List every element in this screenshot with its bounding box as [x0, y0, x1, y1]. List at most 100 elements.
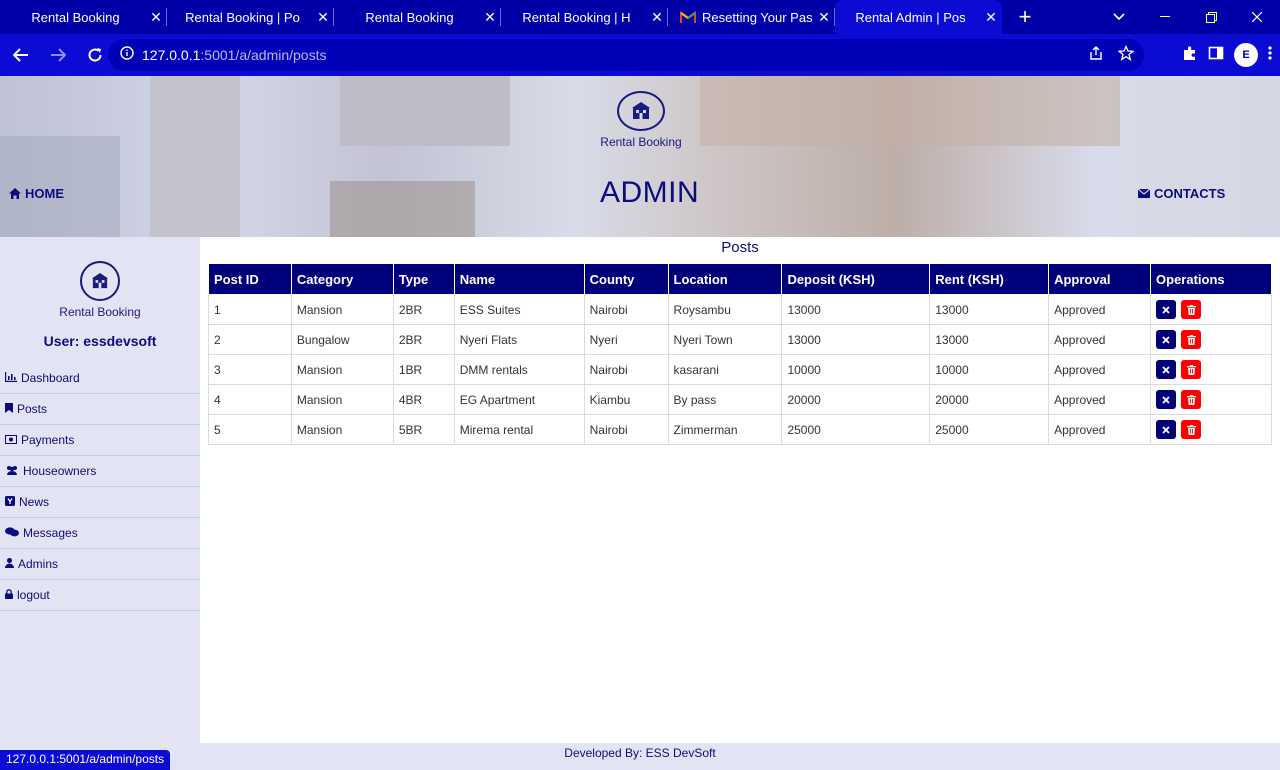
reject-button[interactable]: [1156, 420, 1177, 439]
close-tab-icon[interactable]: ✕: [813, 9, 835, 26]
table-cell: 5: [208, 414, 292, 445]
lock-icon: [5, 588, 13, 602]
column-header[interactable]: Type: [392, 263, 455, 295]
table-cell: 1BR: [392, 354, 455, 385]
reject-button[interactable]: [1156, 300, 1177, 319]
share-icon[interactable]: [1088, 45, 1104, 66]
browser-tab[interactable]: Rental Booking ✕: [334, 0, 501, 34]
column-header[interactable]: Location: [667, 263, 783, 295]
back-icon[interactable]: [5, 39, 37, 71]
table-cell: 13000: [929, 294, 1050, 325]
table-cell: Mansion: [290, 294, 394, 325]
sidebar-item-label: logout: [17, 588, 50, 602]
close-tab-icon[interactable]: ✕: [145, 9, 167, 26]
reject-button[interactable]: [1156, 330, 1177, 349]
browser-tab-title: Rental Booking | Po: [185, 9, 300, 25]
table-header-row: Post ID Category Type Name County Location Dep…: [208, 263, 1272, 295]
close-tab-icon[interactable]: ✕: [646, 9, 668, 26]
minimize-icon[interactable]: [1142, 0, 1188, 34]
table-row: 3 Mansion 1BR DMM rentals Nairobi kasarani 100…: [208, 354, 1272, 385]
reload-icon[interactable]: [79, 39, 111, 71]
url-text: 127.0.0.1:5001/a/admin/posts: [142, 47, 327, 63]
restore-icon[interactable]: [1188, 0, 1234, 34]
reject-button[interactable]: [1156, 390, 1177, 409]
column-header[interactable]: Rent (KSH): [929, 263, 1050, 295]
browser-tab[interactable]: Rental Admin | Pos ✕: [835, 0, 1002, 34]
table-cell: Roysambu: [667, 294, 783, 325]
site-info-icon[interactable]: [120, 45, 134, 65]
close-window-icon[interactable]: [1234, 0, 1280, 34]
column-header[interactable]: Category: [290, 263, 394, 295]
sidebar-item-label: News: [19, 495, 50, 509]
table-cell: DMM rentals: [453, 354, 585, 385]
table-cell: 25000: [929, 414, 1050, 445]
news-icon: [5, 495, 15, 509]
user-label: User: essdevsoft: [43, 333, 157, 349]
operations-cell: [1150, 384, 1272, 415]
forward-icon[interactable]: [42, 39, 74, 71]
sidebar-item-dashboard[interactable]: Dashboard: [0, 363, 200, 394]
tab-search-icon[interactable]: [1108, 0, 1130, 34]
sidebar-item-news[interactable]: News: [0, 487, 200, 518]
table-cell: Nairobi: [583, 414, 669, 445]
profile-avatar[interactable]: E: [1234, 43, 1258, 67]
address-bar[interactable]: 127.0.0.1:5001/a/admin/posts: [108, 39, 1144, 71]
column-header[interactable]: Operations: [1150, 263, 1272, 295]
table-cell: Nyeri Flats: [453, 324, 585, 355]
contacts-link[interactable]: CONTACTS: [1138, 186, 1225, 201]
delete-button[interactable]: [1181, 360, 1202, 379]
sidebar-logo[interactable]: Rental Booking: [0, 237, 200, 319]
delete-button[interactable]: [1181, 420, 1202, 439]
close-tab-icon[interactable]: ✕: [980, 9, 1002, 26]
bookmark-star-icon[interactable]: [1117, 44, 1135, 66]
browser-tab[interactable]: Rental Booking ✕: [0, 0, 167, 34]
delete-button[interactable]: [1181, 330, 1202, 349]
column-header[interactable]: Name: [453, 263, 585, 295]
delete-button[interactable]: [1181, 300, 1202, 319]
side-panel-icon[interactable]: [1208, 45, 1224, 66]
sidebar-item-payments[interactable]: Payments: [0, 425, 200, 456]
column-header[interactable]: Approval: [1048, 263, 1152, 295]
column-header[interactable]: Deposit (KSH): [781, 263, 931, 295]
browser-tab[interactable]: Rental Booking | H ✕: [501, 0, 668, 34]
sidebar-item-logout[interactable]: logout: [0, 580, 200, 611]
table-cell: 25000: [781, 414, 931, 445]
times-icon: [1162, 305, 1170, 314]
sidebar-item-houseowners[interactable]: Houseowners: [0, 456, 200, 487]
table-cell: ESS Suites: [453, 294, 585, 325]
footer-text: Developed By: ESS DevSoft: [564, 746, 716, 760]
delete-button[interactable]: [1181, 390, 1202, 409]
reject-button[interactable]: [1156, 360, 1177, 379]
table-cell: 10000: [929, 354, 1050, 385]
home-link[interactable]: HOME: [9, 186, 64, 201]
times-icon: [1162, 365, 1170, 374]
table-cell: Mirema rental: [453, 414, 585, 445]
house-icon: [92, 273, 108, 289]
tab-strip: Rental Booking ✕ Rental Booking | Po ✕ Renta…: [0, 0, 1280, 34]
times-icon: [1162, 335, 1170, 344]
browser-tab[interactable]: Rental Booking | Po ✕: [167, 0, 334, 34]
browser-tab-title: Rental Booking | H: [522, 9, 631, 25]
menu-dots-icon[interactable]: [1268, 45, 1272, 66]
table-cell: 1: [208, 294, 292, 325]
bar-chart-icon: [5, 371, 17, 385]
tab-list: Rental Booking ✕ Rental Booking | Po ✕ Renta…: [0, 0, 1002, 34]
header-logo[interactable]: Rental Booking: [600, 91, 682, 149]
table-cell: Approved: [1048, 384, 1152, 415]
table-cell: Nyeri: [583, 324, 669, 355]
table-row: 1 Mansion 2BR ESS Suites Nairobi Roysambu 1300…: [208, 294, 1272, 325]
table-cell: Zimmerman: [667, 414, 783, 445]
sidebar-item-messages[interactable]: Messages: [0, 518, 200, 549]
table-cell: Mansion: [290, 354, 394, 385]
column-header[interactable]: Post ID: [208, 263, 292, 295]
browser-tab[interactable]: Resetting Your Pas ✕: [668, 0, 835, 34]
sidebar-item-posts[interactable]: Posts: [0, 394, 200, 425]
column-header[interactable]: County: [583, 263, 669, 295]
close-tab-icon[interactable]: ✕: [479, 9, 501, 26]
extensions-icon[interactable]: [1182, 45, 1198, 66]
close-tab-icon[interactable]: ✕: [312, 9, 334, 26]
new-tab-button[interactable]: +: [1012, 4, 1038, 30]
main-content: Posts Post ID Category Type Name County Locat…: [200, 237, 1280, 743]
sidebar-item-admins[interactable]: Admins: [0, 549, 200, 580]
table-cell: Bungalow: [290, 324, 394, 355]
